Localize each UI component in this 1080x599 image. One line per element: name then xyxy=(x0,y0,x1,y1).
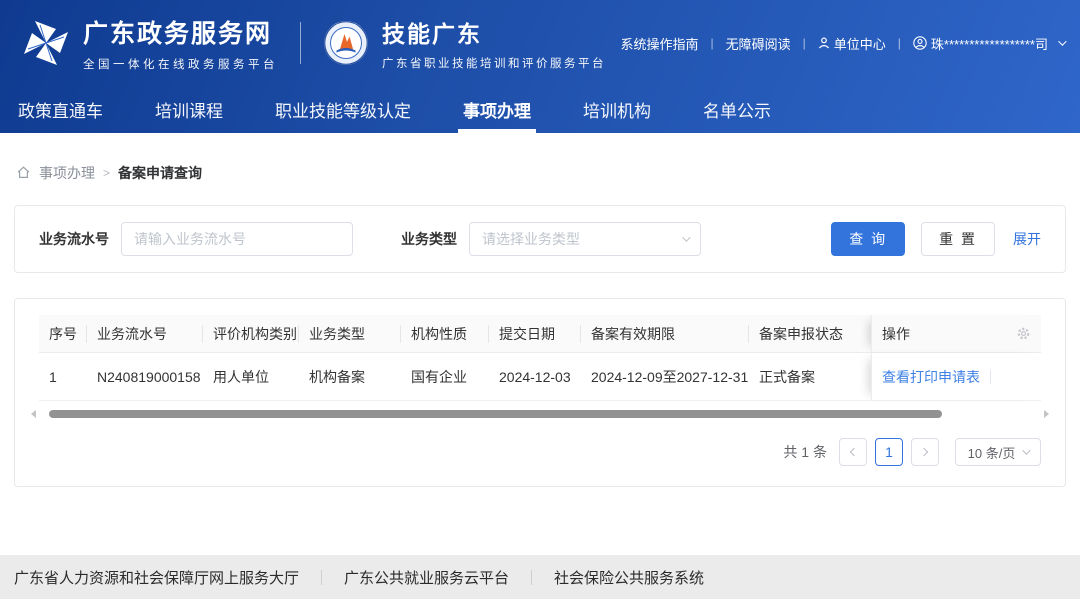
cell-seq: 1 xyxy=(39,369,87,385)
chevron-right-icon xyxy=(920,448,928,456)
col-header-org-category: 评价机构类别 xyxy=(203,325,299,343)
reset-button[interactable]: 重 置 xyxy=(921,222,995,256)
breadcrumb: 事项办理 > 备案申请查询 xyxy=(16,163,1080,183)
next-page-button[interactable] xyxy=(911,438,939,466)
nav-item-public-list[interactable]: 名单公示 xyxy=(703,86,771,133)
col-header-validity: 备案有效期限 xyxy=(581,325,749,343)
breadcrumb-separator: > xyxy=(103,166,110,180)
nav-item-training-orgs[interactable]: 培训机构 xyxy=(583,86,651,133)
biz-type-placeholder: 请选择业务类型 xyxy=(482,229,580,249)
top-blue-band: 广东政务服务网 全国一体化在线政务服务平台 技能广东 xyxy=(0,0,1080,133)
skills-gd-subtitle: 广东省职业技能培训和评价服务平台 xyxy=(382,55,606,71)
total-count: 共 1 条 xyxy=(783,442,827,462)
site-header: 广东政务服务网 全国一体化在线政务服务平台 技能广东 xyxy=(0,0,1080,86)
scrollbar-thumb[interactable] xyxy=(49,410,942,418)
gear-icon[interactable] xyxy=(1016,326,1031,341)
table-header-row: 序号 业务流水号 评价机构类别 业务类型 机构性质 提交日期 备案有效期限 备案… xyxy=(39,315,1041,353)
breadcrumb-parent[interactable]: 事项办理 xyxy=(39,163,95,183)
unit-center-link[interactable]: 单位中心 xyxy=(818,34,886,53)
gdzw-pinwheel-logo-icon xyxy=(22,19,70,67)
col-header-serial: 业务流水号 xyxy=(87,325,203,343)
user-avatar-icon xyxy=(913,36,927,50)
expand-link[interactable]: 展开 xyxy=(1013,229,1041,249)
gov-brand[interactable]: 广东政务服务网 全国一体化在线政务服务平台 xyxy=(22,14,278,72)
cell-org-category: 用人单位 xyxy=(203,367,299,387)
breadcrumb-current: 备案申请查询 xyxy=(118,163,202,183)
cell-submit-date: 2024-12-03 xyxy=(489,369,581,385)
chevron-down-icon xyxy=(1023,446,1031,454)
footer-link-employment-cloud[interactable]: 广东公共就业服务云平台 xyxy=(322,567,531,588)
gov-site-subtitle: 全国一体化在线政务服务平台 xyxy=(83,56,278,72)
skills-gd-brand[interactable]: 技能广东 广东省职业技能培训和评价服务平台 xyxy=(323,15,606,71)
footer-link-social-insurance[interactable]: 社会保险公共服务系统 xyxy=(532,567,726,588)
nav-item-skill-certification[interactable]: 职业技能等级认定 xyxy=(275,86,411,133)
nav-item-policy[interactable]: 政策直通车 xyxy=(18,86,103,133)
nav-item-courses[interactable]: 培训课程 xyxy=(155,86,223,133)
pagination: 共 1 条 1 10 条/页 xyxy=(39,438,1041,466)
nav-item-matters[interactable]: 事项办理 xyxy=(463,86,531,133)
link-divider: | xyxy=(898,36,901,50)
home-icon[interactable] xyxy=(16,165,31,180)
footer-link-hr-hall[interactable]: 广东省人力资源和社会保障厅网上服务大厅 xyxy=(14,567,321,588)
header-utility-links: 系统操作指南 | 无障碍阅读 | 单位中心 | xyxy=(621,34,1065,53)
serial-no-label: 业务流水号 xyxy=(39,229,109,249)
chevron-down-icon xyxy=(1058,37,1066,45)
horizontal-scrollbar xyxy=(27,410,1053,418)
search-filter-panel: 业务流水号 业务类型 请选择业务类型 查 询 重 置 展开 xyxy=(14,205,1066,273)
accessibility-link[interactable]: 无障碍阅读 xyxy=(726,34,791,53)
gov-site-title: 广东政务服务网 xyxy=(83,14,278,50)
user-account-menu[interactable]: 珠******************司 xyxy=(913,34,1064,53)
col-header-actions: 操作 xyxy=(871,315,1041,352)
scroll-left-arrow-icon[interactable] xyxy=(31,410,36,418)
person-icon xyxy=(818,37,830,49)
chevron-down-icon xyxy=(682,233,690,241)
scroll-right-arrow-icon[interactable] xyxy=(1044,410,1049,418)
col-header-status: 备案申报状态 xyxy=(749,324,871,344)
col-header-submit-date: 提交日期 xyxy=(489,325,581,343)
page-number-button[interactable]: 1 xyxy=(875,438,903,466)
skills-gd-badge-icon xyxy=(323,20,369,66)
col-header-biz-type: 业务类型 xyxy=(299,325,401,343)
cell-status: 正式备案 xyxy=(749,367,871,387)
cell-biz-type: 机构备案 xyxy=(299,367,401,387)
main-navigation: 政策直通车 培训课程 职业技能等级认定 事项办理 培训机构 名单公示 xyxy=(0,86,1080,133)
chevron-left-icon xyxy=(850,448,858,456)
view-print-application-link[interactable]: 查看打印申请表 xyxy=(882,367,980,387)
brand-divider xyxy=(300,22,301,64)
system-guide-link[interactable]: 系统操作指南 xyxy=(621,34,699,53)
page-footer: 广东省人力资源和社会保障厅网上服务大厅 广东公共就业服务云平台 社会保险公共服务… xyxy=(0,555,1080,599)
link-divider: | xyxy=(803,36,806,50)
serial-no-input[interactable] xyxy=(121,222,353,256)
page-size-select[interactable]: 10 条/页 xyxy=(955,438,1041,466)
user-name: 珠******************司 xyxy=(931,34,1048,53)
cell-validity: 2024-12-09至2027-12-31 xyxy=(581,367,749,387)
skills-gd-title: 技能广东 xyxy=(382,15,606,49)
cell-actions: 查看打印申请表 xyxy=(871,353,1041,400)
col-header-org-nature: 机构性质 xyxy=(401,325,489,343)
action-divider xyxy=(990,370,991,384)
page: 广东政务服务网 全国一体化在线政务服务平台 技能广东 xyxy=(0,0,1080,599)
cell-serial: N240819000158 xyxy=(87,369,203,385)
query-button[interactable]: 查 询 xyxy=(831,222,905,256)
results-table: 序号 业务流水号 评价机构类别 业务类型 机构性质 提交日期 备案有效期限 备案… xyxy=(39,315,1041,401)
prev-page-button[interactable] xyxy=(839,438,867,466)
link-divider: | xyxy=(711,36,714,50)
col-header-seq: 序号 xyxy=(39,325,87,343)
table-row: 1 N240819000158 用人单位 机构备案 国有企业 2024-12-0… xyxy=(39,353,1041,401)
biz-type-select[interactable]: 请选择业务类型 xyxy=(469,222,701,256)
cell-org-nature: 国有企业 xyxy=(401,367,489,387)
results-table-panel: 序号 业务流水号 评价机构类别 业务类型 机构性质 提交日期 备案有效期限 备案… xyxy=(14,298,1066,487)
biz-type-label: 业务类型 xyxy=(401,229,457,249)
